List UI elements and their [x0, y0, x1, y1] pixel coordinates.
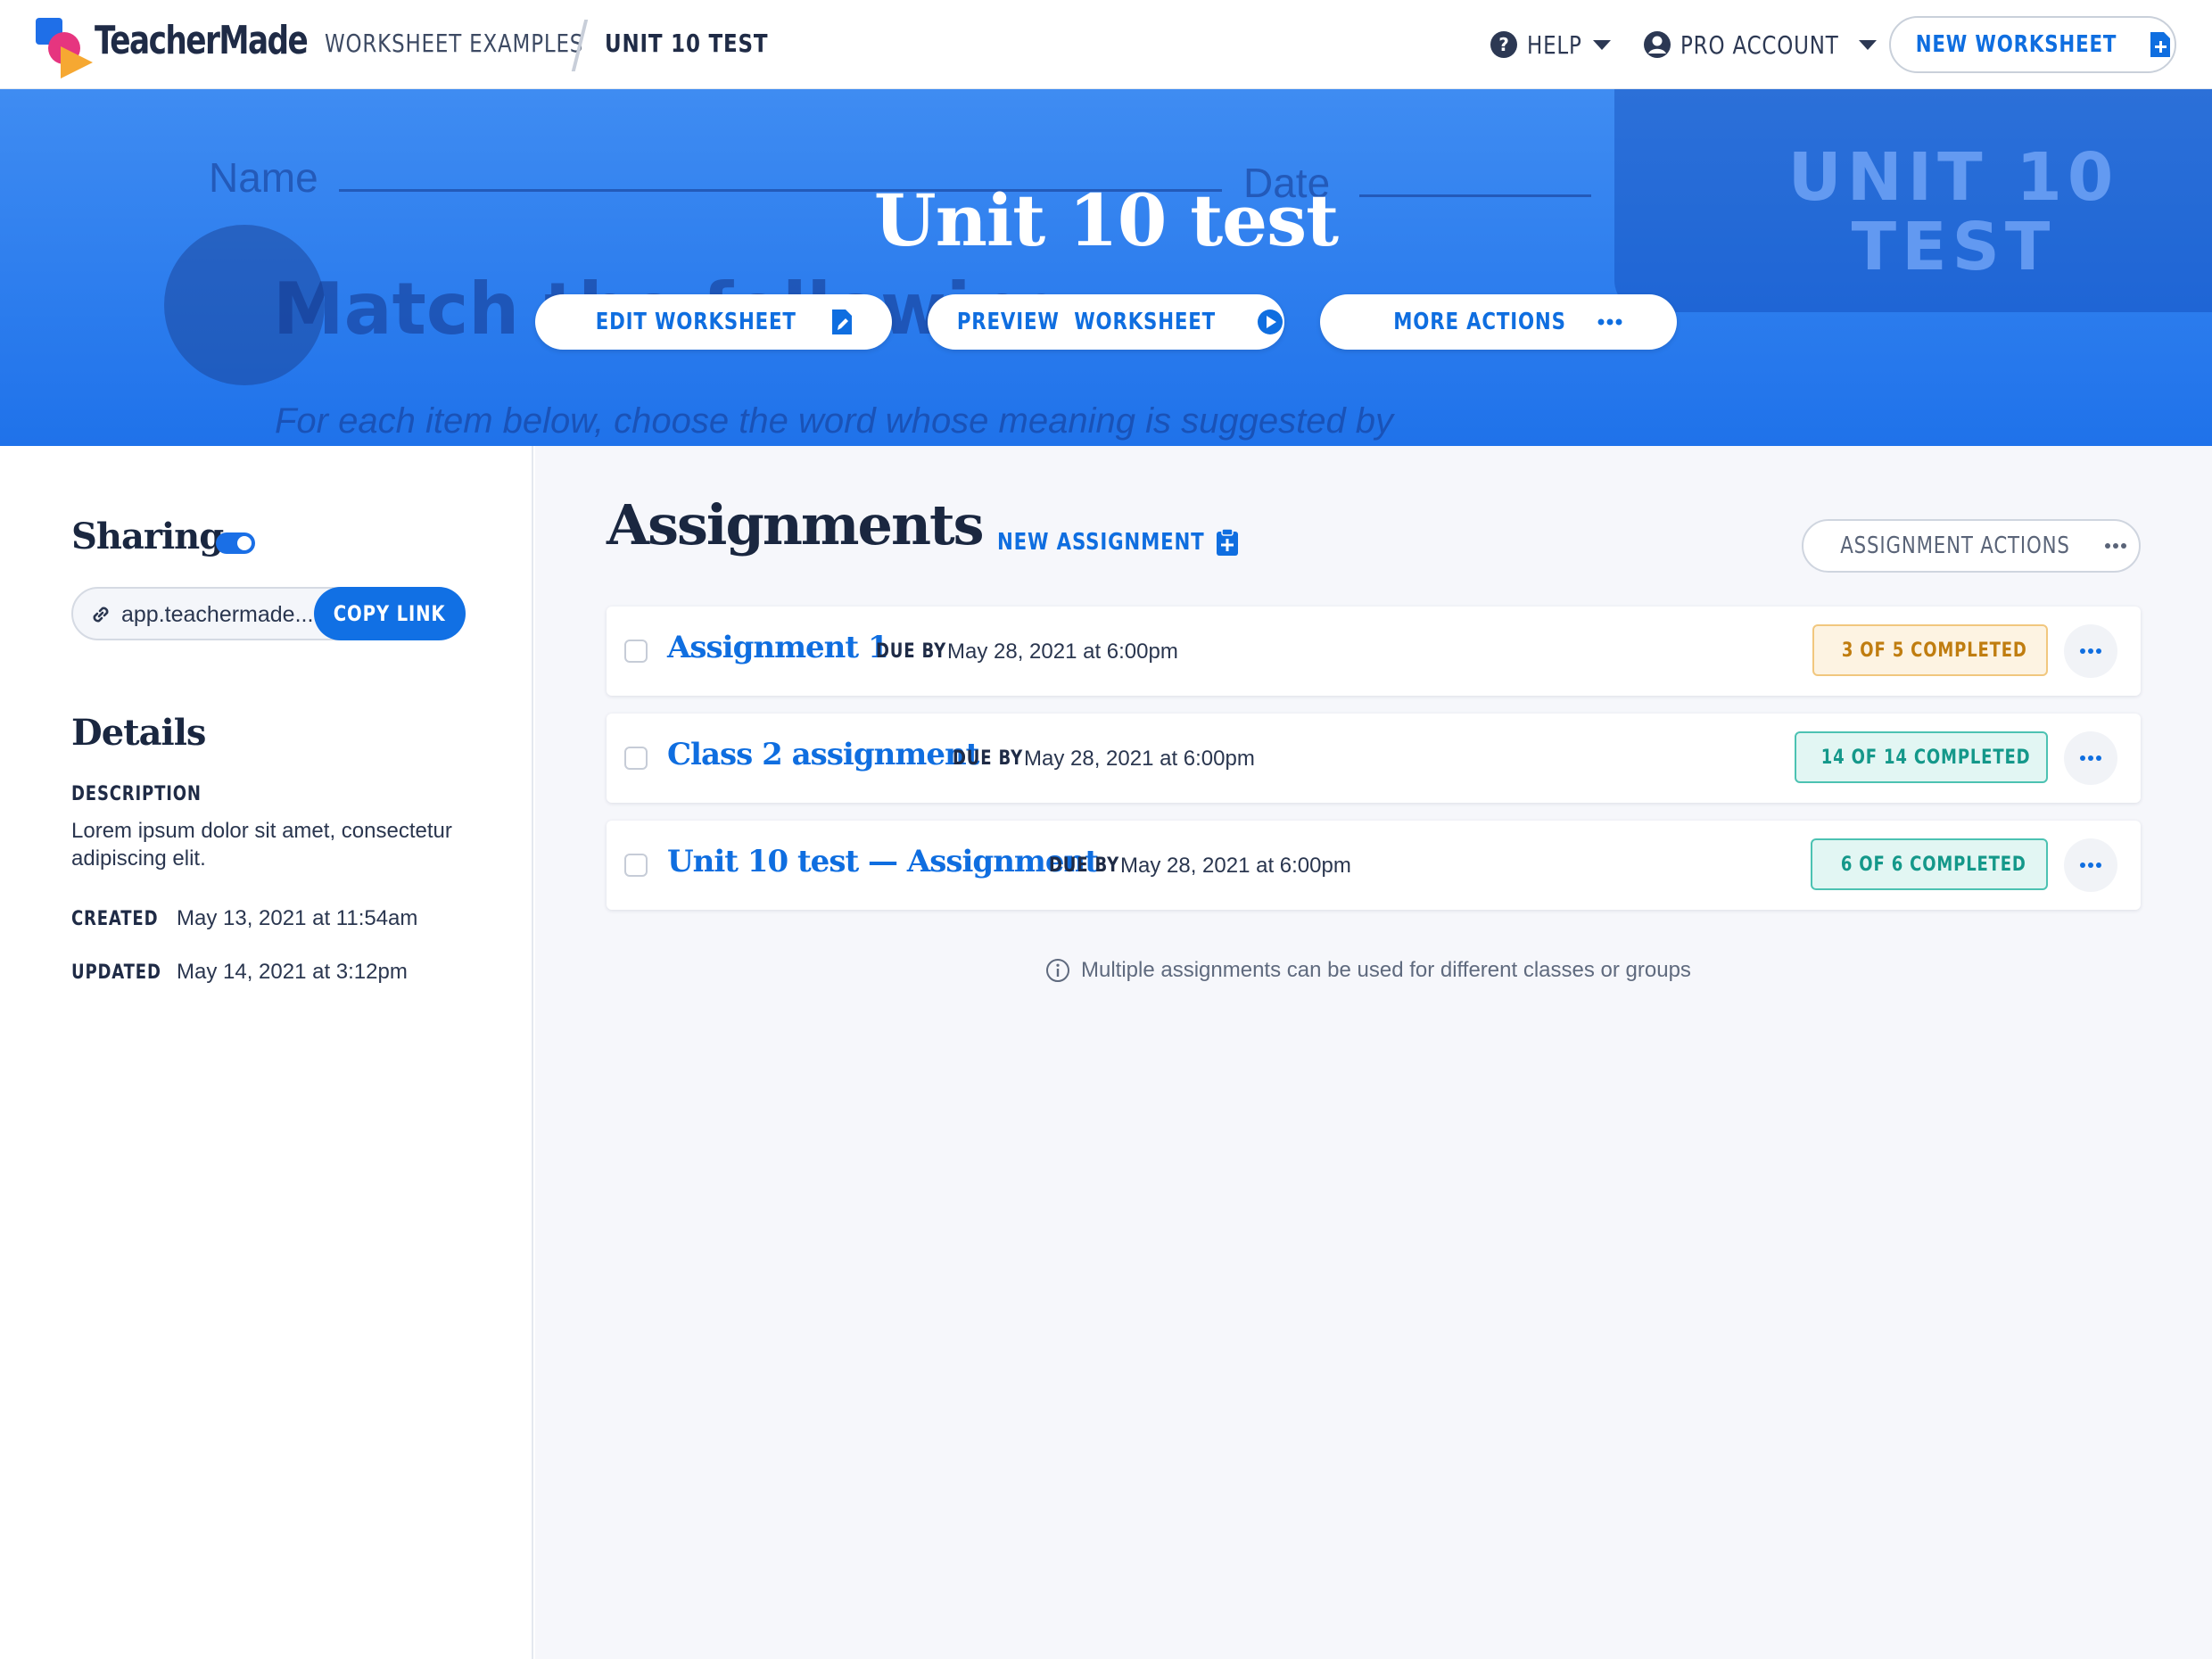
updated-label: UPDATED — [71, 962, 161, 984]
assignments-heading: Assignments — [607, 492, 985, 557]
worksheet-hero-banner: Name Date Match the following For each i… — [0, 89, 2212, 446]
due-by-label: DUE BY — [876, 640, 946, 663]
copy-link-label: COPY LINK — [334, 601, 446, 626]
due-by-label: DUE BY — [953, 747, 1023, 770]
account-label: PRO ACCOUNT — [1680, 29, 1839, 60]
completion-status-badge: 14 OF 14 COMPLETED — [1795, 731, 2048, 783]
assignment-row[interactable]: Unit 10 test — Assignment DUE BY May 28,… — [607, 821, 2141, 910]
created-label: CREATED — [71, 908, 159, 930]
due-date: May 28, 2021 at 6:00pm — [1120, 854, 1351, 878]
file-edit-icon — [832, 310, 853, 334]
completion-status-badge: 3 OF 5 COMPLETED — [1812, 624, 2048, 676]
link-icon — [93, 607, 109, 623]
assignment-checkbox[interactable] — [624, 747, 648, 770]
completion-status-text: 3 OF 5 COMPLETED — [1842, 639, 2027, 662]
share-url: app.teachermade... — [121, 602, 314, 627]
file-plus-icon — [2150, 32, 2171, 57]
assignments-panel: Assignments NEW ASSIGNMENT ASSIGNMENT AC… — [535, 446, 2212, 1659]
chevron-down-icon — [1859, 39, 1877, 50]
share-link-field[interactable]: app.teachermade... COPY LINK — [71, 587, 466, 640]
preview-worksheet-button[interactable]: PREVIEW WORKSHEET — [928, 294, 1284, 350]
help-label: HELP — [1527, 29, 1582, 60]
assignment-row[interactable]: Class 2 assignment DUE BY May 28, 2021 a… — [607, 714, 2141, 803]
completion-status-badge: 6 OF 6 COMPLETED — [1811, 838, 2048, 890]
assignment-checkbox[interactable] — [624, 854, 648, 877]
description-label: DESCRIPTION — [71, 783, 202, 805]
description-text: Lorem ipsum dolor sit amet, consectetur … — [71, 819, 452, 871]
assignment-actions-label: ASSIGNMENT ACTIONS — [1840, 532, 2070, 559]
play-circle-icon — [1257, 310, 1283, 334]
assignment-more-button[interactable] — [2064, 731, 2117, 785]
new-assignment-label: NEW ASSIGNMENT — [997, 529, 1205, 556]
chevron-down-icon — [1593, 39, 1611, 50]
updated-value: May 14, 2021 at 3:12pm — [177, 960, 408, 984]
details-heading: Details — [71, 712, 206, 754]
ellipsis-icon — [2080, 863, 2101, 868]
worksheet-title: Unit 10 test — [873, 178, 1339, 262]
new-worksheet-label: NEW WORKSHEET — [1915, 31, 2117, 58]
clipboard-plus-icon — [1217, 528, 1238, 556]
worksheet-preview-instructions: For each item below, choose the word who… — [275, 401, 1394, 441]
assignment-title-link[interactable]: Assignment 1 — [667, 630, 889, 665]
assignment-more-button[interactable] — [2064, 624, 2117, 678]
ellipsis-icon — [2080, 648, 2101, 654]
assignment-more-button[interactable] — [2064, 838, 2117, 892]
assignment-row[interactable]: Assignment 1 DUE BY May 28, 2021 at 6:00… — [607, 607, 2141, 696]
account-menu[interactable]: PRO ACCOUNT — [1643, 27, 1877, 62]
copy-link-button[interactable]: COPY LINK — [314, 587, 466, 640]
assignment-actions-button[interactable]: ASSIGNMENT ACTIONS — [1802, 519, 2141, 573]
ellipsis-icon — [1597, 318, 1622, 326]
assignment-title-link[interactable]: Unit 10 test — Assignment — [667, 844, 1099, 879]
breadcrumb-worksheet-examples[interactable]: WORKSHEET EXAMPLES — [325, 29, 583, 58]
help-circle-icon: ? — [1490, 31, 1517, 58]
ellipsis-icon — [2080, 755, 2101, 761]
ellipsis-icon — [2104, 543, 2126, 549]
edit-worksheet-label: EDIT WORKSHEET — [595, 309, 796, 335]
hint-text: Multiple assignments can be used for dif… — [1081, 958, 1691, 982]
new-assignment-button[interactable]: NEW ASSIGNMENT — [997, 528, 1240, 557]
new-worksheet-button[interactable]: NEW WORKSHEET — [1889, 16, 2176, 73]
help-menu[interactable]: ? HELP — [1490, 27, 1611, 62]
breadcrumb-current-page: UNIT 10 TEST — [605, 29, 769, 58]
svg-text:?: ? — [1498, 34, 1509, 55]
assignment-checkbox[interactable] — [624, 640, 648, 663]
assignment-title-link[interactable]: Class 2 assignment — [667, 737, 979, 772]
sharing-heading: Sharing — [71, 516, 224, 557]
created-value: May 13, 2021 at 11:54am — [177, 906, 418, 930]
due-date: May 28, 2021 at 6:00pm — [947, 640, 1178, 664]
edit-worksheet-button[interactable]: EDIT WORKSHEET — [535, 294, 892, 350]
top-navigation: TeacherMade WORKSHEET EXAMPLES UNIT 10 T… — [0, 0, 2212, 89]
sharing-toggle[interactable] — [216, 532, 255, 554]
preview-worksheet-label: PREVIEW WORKSHEET — [956, 309, 1217, 335]
info-circle-icon — [1046, 959, 1069, 982]
assignments-hint: Multiple assignments can be used for dif… — [1045, 958, 1691, 983]
completion-status-text: 14 OF 14 COMPLETED — [1820, 746, 2031, 769]
worksheet-sidebar: Sharing app.teachermade... COPY LINK Det… — [0, 446, 533, 1659]
brand-name[interactable]: TeacherMade — [95, 18, 309, 63]
completion-status-text: 6 OF 6 COMPLETED — [1841, 853, 2026, 876]
more-actions-label: MORE ACTIONS — [1393, 309, 1566, 335]
due-date: May 28, 2021 at 6:00pm — [1024, 747, 1255, 771]
teachermade-logo-icon[interactable] — [34, 16, 98, 80]
due-by-label: DUE BY — [1049, 854, 1119, 877]
more-actions-button[interactable]: MORE ACTIONS — [1320, 294, 1677, 350]
user-circle-icon — [1644, 31, 1671, 58]
